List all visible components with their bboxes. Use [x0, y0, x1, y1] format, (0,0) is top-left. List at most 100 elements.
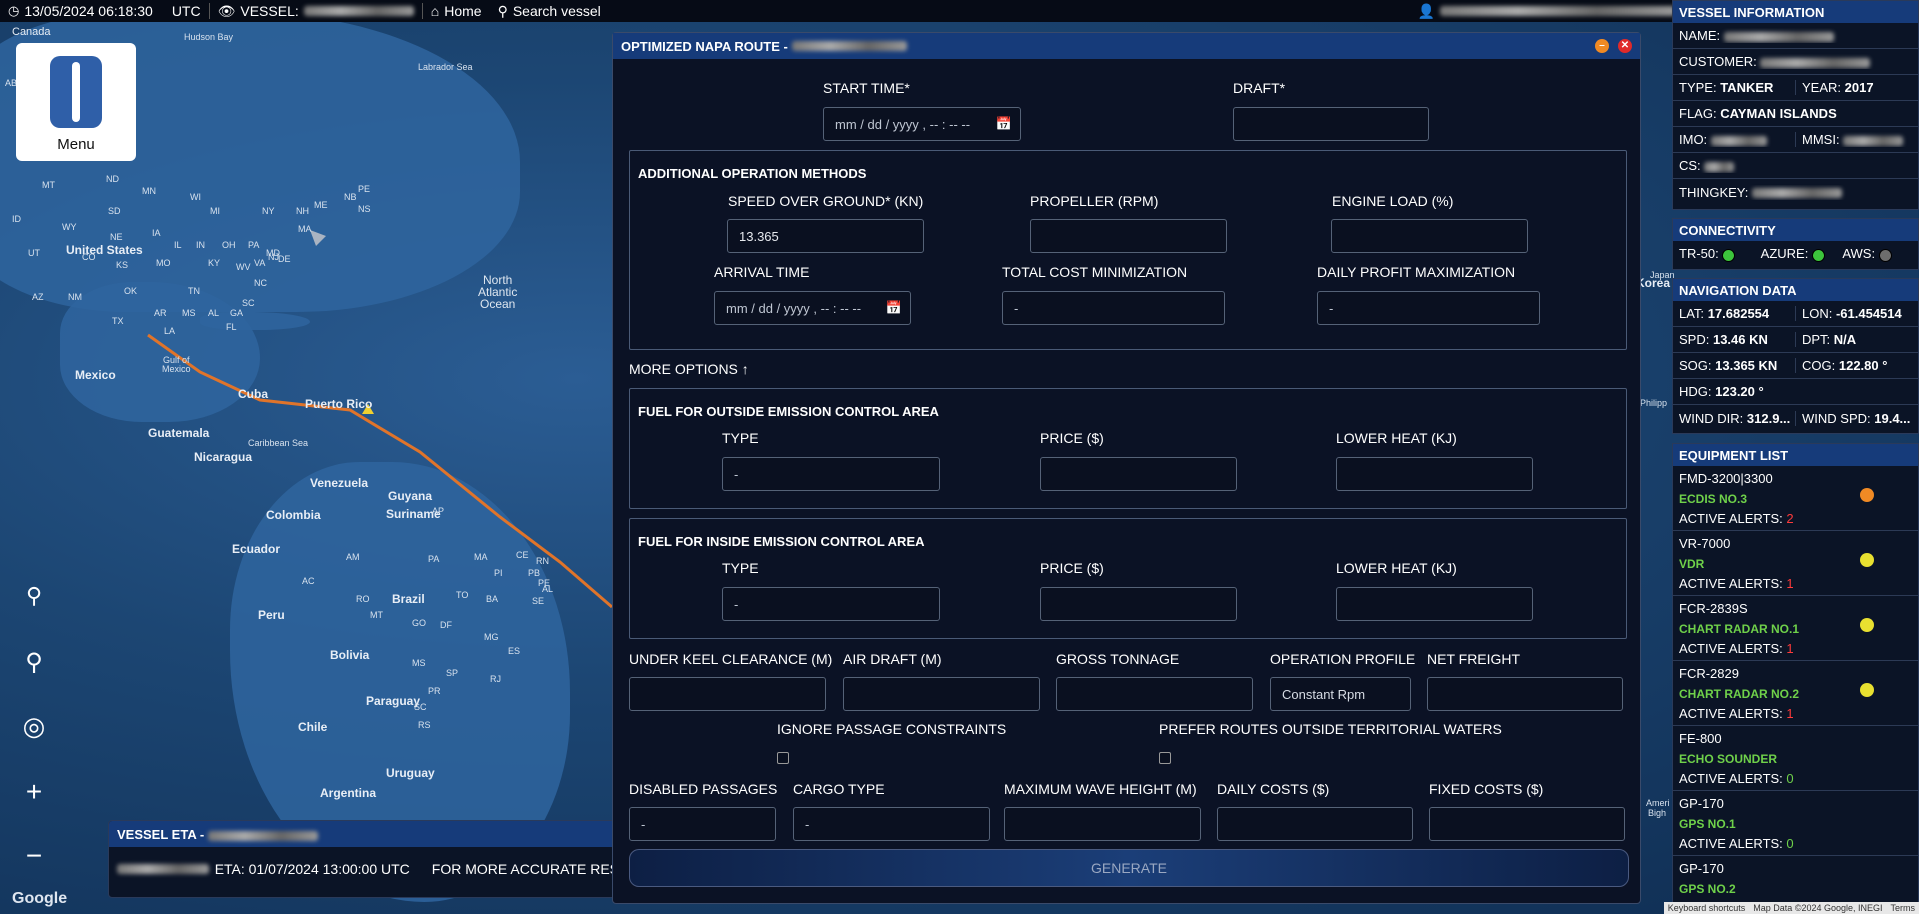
equipment-item[interactable]: FMD-3200|3300 ECDIS NO.3 ACTIVE ALERTS: 2 [1673, 466, 1918, 531]
flag-key: FLAG: [1679, 106, 1717, 121]
equipment-item[interactable]: FCR-2839S CHART RADAR NO.1 ACTIVE ALERTS: … [1673, 596, 1918, 661]
state-label: AZ [32, 292, 44, 302]
mmsi-key: MMSI: [1802, 132, 1840, 147]
measure-tool-icon[interactable]: ⚲ [16, 578, 52, 614]
engine-load-input[interactable] [1331, 219, 1528, 253]
gross-tonnage-input[interactable] [1056, 677, 1253, 711]
active-alerts: ACTIVE ALERTS: 1 [1679, 574, 1912, 594]
locate-icon[interactable]: ◎ [16, 708, 52, 744]
zoom-out-icon[interactable]: − [16, 838, 52, 874]
state-label: OH [222, 240, 236, 250]
air-draft-input[interactable] [843, 677, 1040, 711]
draft-input[interactable] [1233, 107, 1429, 141]
route-pin-icon[interactable]: ⚲ [16, 645, 52, 681]
ukc-input[interactable] [629, 677, 826, 711]
map-label: Gulf of Mexico [162, 355, 191, 374]
sog-input[interactable]: 13.365 [727, 219, 924, 253]
type-key: TYPE: [1679, 80, 1717, 95]
net-freight-input[interactable] [1427, 677, 1623, 711]
map-label: Chile [298, 720, 328, 734]
wind-spd-value: 19.4... [1874, 410, 1911, 426]
user-menu[interactable]: 👤 [1410, 0, 1683, 22]
dpt-key: DPT: [1802, 332, 1831, 347]
home-link[interactable]: ⌂ Home [423, 0, 490, 22]
company-logo-icon [50, 56, 102, 128]
fuel-inside-type-select[interactable]: - [722, 587, 940, 621]
state-label: SP [446, 668, 459, 678]
keyboard-shortcuts-link[interactable]: Keyboard shortcuts [1668, 903, 1746, 913]
dialog-titlebar: OPTIMIZED NAPA ROUTE - – ✕ [613, 33, 1640, 59]
equipment-item[interactable]: FCR-2829 CHART RADAR NO.2 ACTIVE ALERTS: 1 [1673, 661, 1918, 726]
home-icon: ⌂ [430, 3, 440, 19]
fuel-price-label: PRICE ($) [1040, 560, 1104, 576]
lower-heat-label: LOWER HEAT (KJ) [1336, 430, 1457, 446]
cost-min-select[interactable]: - [1002, 291, 1225, 325]
equipment-item[interactable]: VR-7000 VDR ACTIVE ALERTS: 1 [1673, 531, 1918, 596]
fuel-outside-type-select[interactable]: - [722, 457, 940, 491]
sog-value: 13.365 [739, 229, 779, 244]
generate-label: GENERATE [1091, 860, 1167, 876]
thingkey-redacted [1751, 188, 1842, 199]
arrival-time-placeholder: mm / dd / yyyy , -- : -- -- [726, 301, 862, 316]
close-icon[interactable]: ✕ [1618, 39, 1632, 53]
state-label: IA [152, 228, 161, 238]
state-label: IL [174, 240, 182, 250]
wind-spd-key: WIND SPD: [1802, 410, 1871, 426]
wave-height-input[interactable] [1004, 807, 1201, 841]
connectivity-row: TR-50: AZURE: AWS: [1673, 241, 1918, 267]
menu-button[interactable]: Menu [16, 43, 136, 161]
state-label: MI [210, 206, 220, 216]
additional-methods-section: ADDITIONAL OPERATION METHODS SPEED OVER … [629, 150, 1627, 350]
info-row: THINGKEY: [1673, 179, 1918, 205]
propeller-input[interactable] [1030, 219, 1227, 253]
more-options-toggle[interactable]: MORE OPTIONS ↑ [629, 361, 749, 377]
eta-value: ETA: 01/07/2024 13:00:00 UTC [214, 861, 410, 877]
state-label: NH [296, 206, 309, 216]
op-profile-select[interactable]: Constant Rpm [1270, 677, 1411, 711]
minimize-icon[interactable]: – [1595, 39, 1609, 53]
fixed-costs-input[interactable] [1429, 807, 1625, 841]
calendar-icon[interactable]: 📅 [996, 116, 1012, 132]
zoom-in-icon[interactable]: + [16, 774, 52, 810]
ignore-passage-checkbox[interactable] [777, 752, 789, 764]
sog-nav-value: 13.365 KN [1715, 358, 1778, 373]
map-label: Labrador Sea [418, 62, 473, 72]
state-label: DF [440, 620, 452, 630]
fuel-inside-price-input[interactable] [1040, 587, 1237, 621]
vessel-selector[interactable]: 👁 VESSEL: [210, 0, 422, 22]
arrival-time-input[interactable]: mm / dd / yyyy , -- : -- -- 📅 [714, 291, 911, 325]
terms-link[interactable]: Terms [1891, 903, 1916, 913]
map-label: Venezuela [310, 476, 369, 490]
optimized-route-dialog: OPTIMIZED NAPA ROUTE - – ✕ START TIME* m… [612, 32, 1641, 904]
equipment-item[interactable]: FE-800 ECHO SOUNDER ACTIVE ALERTS: 0 [1673, 726, 1918, 791]
cog-key: COG: [1802, 358, 1836, 373]
calendar-icon[interactable]: 📅 [886, 300, 902, 316]
aws-status-icon [1878, 248, 1892, 262]
generate-button[interactable]: GENERATE [629, 849, 1629, 887]
daily-costs-input[interactable] [1217, 807, 1413, 841]
fuel-outside-heat-input[interactable] [1336, 457, 1533, 491]
map-label: Philipp [1640, 398, 1668, 408]
state-label: RJ [490, 674, 501, 684]
prefer-routes-checkbox[interactable] [1159, 752, 1171, 764]
profit-max-select[interactable]: - [1317, 291, 1540, 325]
search-vessel-link[interactable]: ⚲ Search vessel [490, 0, 609, 22]
fuel-inside-heat-input[interactable] [1336, 587, 1533, 621]
state-label: AM [346, 552, 360, 562]
info-row: CS: [1673, 153, 1918, 179]
thingkey-key: THINGKEY: [1679, 184, 1749, 200]
cargo-type-select[interactable]: - [793, 807, 990, 841]
cargo-type-value: - [805, 817, 810, 832]
ukc-label: UNDER KEEL CLEARANCE (M) [629, 651, 833, 667]
tr50-status-icon [1722, 248, 1736, 262]
ignore-passage-label: IGNORE PASSAGE CONSTRAINTS [777, 721, 1007, 737]
equipment-item[interactable]: GP-170 GPS NO.1 ACTIVE ALERTS: 0 [1673, 791, 1918, 856]
map-label: Canada [12, 26, 51, 38]
nav-row: SPD: 13.46 KN DPT: N/A [1673, 327, 1918, 353]
start-time-input[interactable]: mm / dd / yyyy , -- : -- -- 📅 [823, 107, 1021, 141]
azure-status-icon [1811, 248, 1825, 262]
disabled-passages-select[interactable]: - [629, 807, 776, 841]
map-label: Nicaragua [194, 450, 253, 464]
fuel-outside-price-input[interactable] [1040, 457, 1237, 491]
nav-row: WIND DIR: 312.9... WIND SPD: 19.4... [1673, 405, 1918, 431]
